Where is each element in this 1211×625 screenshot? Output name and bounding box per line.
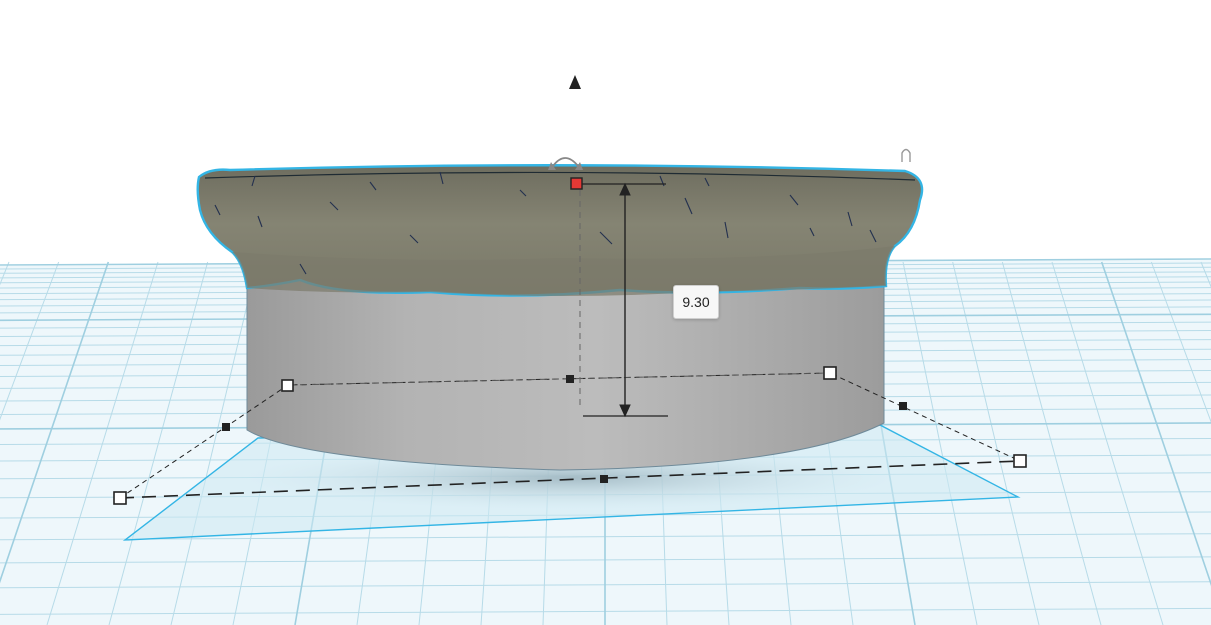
center-handle[interactable] bbox=[566, 375, 574, 383]
edge-handle-right[interactable] bbox=[899, 402, 907, 410]
corner-handle-back-left[interactable] bbox=[281, 379, 294, 392]
rotate-arrow-icon[interactable] bbox=[901, 148, 911, 163]
corner-handle-back-right[interactable] bbox=[823, 366, 837, 380]
corner-handle-front-right[interactable] bbox=[1013, 454, 1027, 468]
corner-handle-front-left[interactable] bbox=[113, 491, 127, 505]
edge-handle-front[interactable] bbox=[600, 475, 608, 483]
height-handle[interactable] bbox=[570, 177, 583, 190]
triangle-up-icon[interactable] bbox=[569, 75, 581, 89]
selected-shape[interactable] bbox=[196, 164, 924, 471]
shape-side bbox=[246, 279, 885, 471]
3d-viewport[interactable]: 9.30 bbox=[0, 0, 1211, 625]
height-dimension-value[interactable]: 9.30 bbox=[673, 285, 719, 319]
workplane-scene[interactable] bbox=[0, 0, 1211, 625]
edge-handle-left[interactable] bbox=[222, 423, 230, 431]
